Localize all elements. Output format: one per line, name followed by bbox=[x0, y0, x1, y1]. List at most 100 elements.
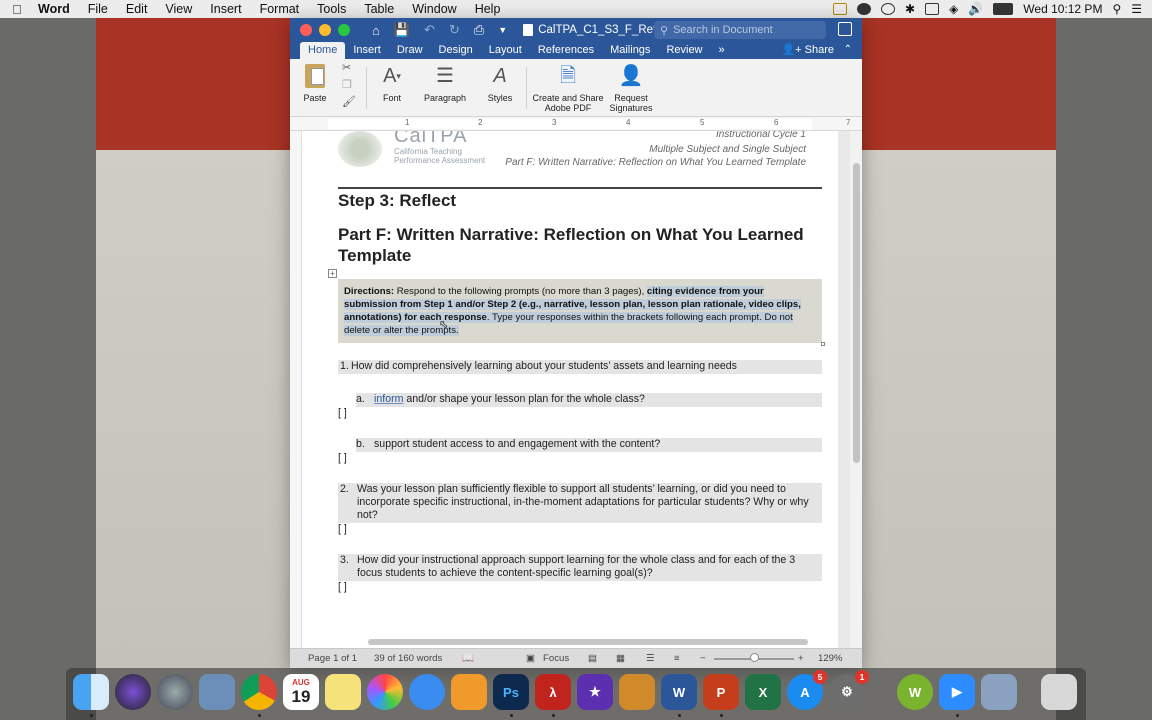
zoom-in-button[interactable]: + bbox=[798, 653, 804, 664]
menu-table[interactable]: Table bbox=[355, 2, 403, 16]
zoom-window-button[interactable] bbox=[338, 24, 350, 36]
zoom-level[interactable]: 129% bbox=[818, 653, 843, 664]
home-icon[interactable]: ⌂ bbox=[372, 23, 380, 38]
request-signatures-button[interactable]: 👤 Request Signatures bbox=[606, 63, 656, 113]
clock[interactable]: Wed 10:12 PM bbox=[1023, 2, 1102, 16]
paragraph-button[interactable]: ☰ Paragraph bbox=[422, 63, 468, 103]
tab-review[interactable]: Review bbox=[658, 42, 710, 59]
collapse-ribbon-button[interactable]: ⌃ bbox=[844, 42, 852, 59]
tab-insert[interactable]: Insert bbox=[345, 42, 389, 59]
close-window-button[interactable] bbox=[300, 24, 312, 36]
battery-icon[interactable] bbox=[993, 3, 1014, 15]
vertical-scrollbar[interactable] bbox=[853, 163, 860, 463]
document-area[interactable]: CalTPA California Teaching Performance A… bbox=[302, 131, 850, 651]
app-menu[interactable]: Word bbox=[34, 2, 79, 16]
tab-layout[interactable]: Layout bbox=[481, 42, 530, 59]
menu-view[interactable]: View bbox=[156, 2, 201, 16]
print-icon[interactable]: ⎙ bbox=[474, 22, 484, 38]
notes-icon[interactable] bbox=[325, 674, 361, 710]
response-bracket[interactable]: [ ] bbox=[338, 452, 347, 464]
trash-icon[interactable] bbox=[1041, 674, 1077, 710]
prompt-3[interactable]: 3. How did your instructional approach s… bbox=[338, 554, 822, 581]
focus-button[interactable]: Focus bbox=[543, 653, 569, 664]
minimize-window-button[interactable] bbox=[319, 24, 331, 36]
chrome-icon[interactable] bbox=[241, 674, 277, 710]
acrobat-icon[interactable]: λ bbox=[535, 674, 571, 710]
creative-cloud-icon[interactable] bbox=[881, 3, 896, 15]
app-store-icon[interactable]: A 5 bbox=[787, 670, 827, 710]
tab-mailings[interactable]: Mailings bbox=[602, 42, 658, 59]
powerpoint-icon[interactable]: P bbox=[703, 674, 739, 710]
print-layout-view-icon[interactable]: ▤ bbox=[588, 653, 597, 664]
save-icon[interactable]: 💾 bbox=[394, 22, 410, 38]
imovie-icon[interactable]: ★ bbox=[577, 674, 613, 710]
search-in-document-input[interactable]: ⚲ Search in Document bbox=[654, 21, 826, 39]
page-count[interactable]: Page 1 of 1 bbox=[308, 653, 357, 664]
focus-mode-icon[interactable]: ▣ bbox=[526, 653, 535, 664]
tab-references[interactable]: References bbox=[530, 42, 602, 59]
draft-view-icon[interactable]: ≡ bbox=[674, 653, 680, 664]
bluetooth-icon[interactable]: ✱ bbox=[905, 2, 915, 16]
launchpad-icon[interactable] bbox=[157, 674, 193, 710]
prompt-1[interactable]: 1. How did comprehensively learning abou… bbox=[338, 360, 822, 374]
zoom-out-button[interactable]: − bbox=[700, 653, 706, 664]
create-share-pdf-button[interactable]: 🗎 Create and Share Adobe PDF bbox=[532, 63, 604, 113]
response-bracket[interactable]: [ ] bbox=[338, 581, 347, 593]
share-button[interactable]: 👤+ Share bbox=[781, 42, 834, 59]
preview-icon[interactable] bbox=[199, 674, 235, 710]
document-page[interactable]: CalTPA California Teaching Performance A… bbox=[302, 131, 838, 651]
record-icon[interactable] bbox=[857, 3, 872, 15]
undo-icon[interactable]: ↶ bbox=[424, 22, 435, 38]
tab-draw[interactable]: Draw bbox=[389, 42, 431, 59]
menu-help[interactable]: Help bbox=[466, 2, 510, 16]
cut-icon[interactable]: ✂ bbox=[342, 61, 356, 74]
books-icon[interactable] bbox=[451, 674, 487, 710]
font-button[interactable]: A ▾ Font bbox=[374, 63, 410, 103]
web-layout-view-icon[interactable]: ▦ bbox=[616, 653, 625, 664]
styles-button[interactable]: A Styles bbox=[482, 63, 518, 103]
volume-icon[interactable]: 🔊 bbox=[968, 2, 983, 16]
menu-tools[interactable]: Tools bbox=[308, 2, 355, 16]
system-preferences-icon[interactable]: ⚙ 1 bbox=[829, 670, 869, 710]
finder-icon[interactable] bbox=[73, 674, 109, 710]
format-painter-icon[interactable]: 🖌 bbox=[342, 95, 356, 108]
vertical-ruler[interactable] bbox=[290, 131, 302, 651]
zoom-slider-thumb[interactable] bbox=[750, 653, 759, 662]
redo-icon[interactable]: ↻ bbox=[449, 22, 460, 38]
messages-icon[interactable] bbox=[409, 674, 445, 710]
wifi-icon[interactable]: ◈ bbox=[949, 2, 958, 16]
word-icon[interactable]: W bbox=[661, 674, 697, 710]
response-bracket[interactable]: [ ] bbox=[338, 523, 347, 535]
copy-icon[interactable]: ❐ bbox=[342, 78, 356, 91]
menu-insert[interactable]: Insert bbox=[201, 2, 250, 16]
spelling-flagged-word[interactable]: inform bbox=[374, 393, 403, 405]
word-count[interactable]: 39 of 160 words bbox=[374, 653, 442, 664]
table-move-handle-icon[interactable]: + bbox=[328, 269, 337, 278]
prompt-1a[interactable]: a. inform and/or shape your lesson plan … bbox=[356, 393, 822, 407]
screenshot-icon[interactable] bbox=[981, 674, 1017, 710]
zoom-app-icon[interactable]: ▶ bbox=[939, 674, 975, 710]
wordbox-app-icon[interactable]: W bbox=[897, 674, 933, 710]
prompt-1b[interactable]: b. support student access to and engagem… bbox=[356, 438, 822, 452]
account-icon[interactable] bbox=[838, 22, 852, 36]
proofing-icon[interactable]: 📖 bbox=[462, 653, 474, 664]
spotlight-search-icon[interactable]: ⚲ bbox=[1112, 2, 1121, 16]
shield-icon[interactable] bbox=[833, 3, 848, 15]
menu-format[interactable]: Format bbox=[251, 2, 309, 16]
prompt-2[interactable]: 2. Was your lesson plan sufficiently fle… bbox=[338, 483, 822, 523]
menu-window[interactable]: Window bbox=[403, 2, 465, 16]
menu-edit[interactable]: Edit bbox=[117, 2, 157, 16]
directions-box[interactable]: Directions: Respond to the following pro… bbox=[338, 279, 822, 343]
paste-button[interactable]: Paste bbox=[300, 63, 330, 103]
photoshop-icon[interactable]: Ps bbox=[493, 674, 529, 710]
menu-file[interactable]: File bbox=[79, 2, 117, 16]
siri-icon[interactable] bbox=[115, 674, 151, 710]
table-resize-handle[interactable] bbox=[821, 342, 825, 346]
excel-icon[interactable]: X bbox=[745, 674, 781, 710]
horizontal-scrollbar[interactable] bbox=[368, 639, 808, 645]
customize-toolbar-icon[interactable]: ▼ bbox=[498, 25, 507, 35]
tab-home[interactable]: Home bbox=[300, 42, 346, 59]
more-tabs-button[interactable]: » bbox=[711, 42, 733, 59]
notification-center-icon[interactable]: ☰ bbox=[1131, 2, 1142, 16]
tab-design[interactable]: Design bbox=[431, 42, 481, 59]
